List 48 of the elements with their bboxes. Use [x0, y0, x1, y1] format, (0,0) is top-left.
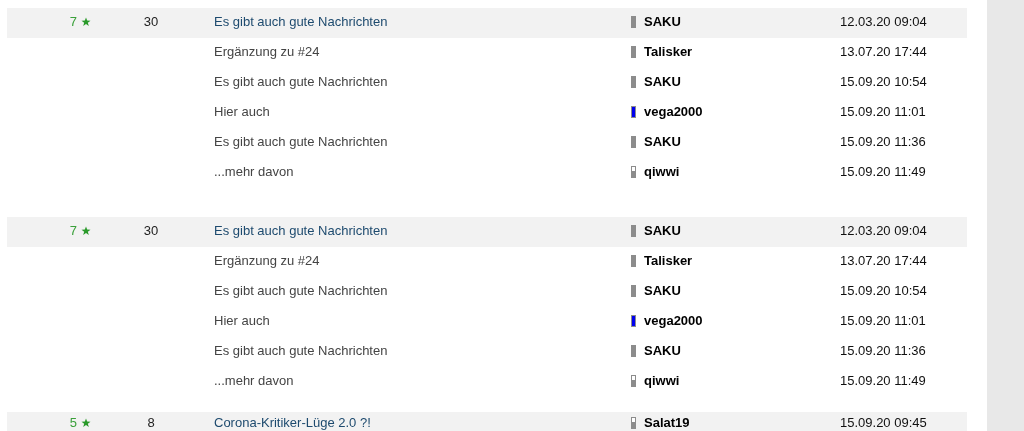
post-date: 15.09.20 11:36	[840, 343, 926, 358]
rating-count: 5	[69, 416, 77, 430]
username-link[interactable]: SAKU	[644, 135, 681, 149]
post-title-link[interactable]: Es gibt auch gute Nachrichten	[214, 14, 388, 29]
post-title-link[interactable]: Es gibt auch gute Nachrichten	[214, 223, 388, 238]
post-date: 15.09.20 11:36	[840, 134, 926, 149]
post-date: 12.03.20 09:04	[840, 14, 927, 29]
post-date: 13.07.20 17:44	[840, 253, 927, 268]
post-title-link[interactable]: Ergänzung zu #24	[214, 44, 320, 59]
post-title-link[interactable]: Es gibt auch gute Nachrichten	[214, 134, 388, 149]
post-title-link[interactable]: Hier auch	[214, 104, 270, 119]
username-link[interactable]: SAKU	[644, 75, 681, 89]
post-date: 15.09.20 10:54	[840, 74, 927, 89]
star-icon	[81, 17, 91, 27]
post-title-link[interactable]: ...mehr davon	[214, 373, 294, 388]
reply-count: 30	[143, 14, 159, 29]
post-date: 15.09.20 11:01	[840, 104, 926, 119]
post-title-link[interactable]: Ergänzung zu #24	[214, 253, 320, 268]
post-date: 15.09.20 11:49	[840, 164, 926, 179]
username-link[interactable]: qiwwi	[644, 165, 680, 179]
rating-count: 7	[69, 15, 77, 29]
username-link[interactable]: SAKU	[644, 284, 681, 298]
post-date: 15.09.20 11:49	[840, 373, 926, 388]
post-date: 12.03.20 09:04	[840, 223, 927, 238]
post-title-link[interactable]: Corona-Kritiker-Lüge 2.0 ?!	[214, 415, 371, 430]
reply-count: 30	[143, 223, 159, 238]
post-title-link[interactable]: ...mehr davon	[214, 164, 294, 179]
username-link[interactable]: SAKU	[644, 15, 681, 29]
post-title-link[interactable]: Es gibt auch gute Nachrichten	[214, 283, 388, 298]
star-icon	[81, 226, 91, 236]
username-link[interactable]: Salat19	[644, 416, 690, 430]
post-title-link[interactable]: Hier auch	[214, 313, 270, 328]
username-link[interactable]: vega2000	[644, 105, 703, 119]
post-date: 15.09.20 11:01	[840, 313, 926, 328]
post-title-link[interactable]: Es gibt auch gute Nachrichten	[214, 343, 388, 358]
username-link[interactable]: Talisker	[644, 45, 693, 59]
reply-count: 8	[147, 415, 155, 430]
post-date: 15.09.20 09:45	[840, 415, 927, 430]
username-link[interactable]: SAKU	[644, 344, 681, 358]
username-link[interactable]: SAKU	[644, 224, 681, 238]
post-title-link[interactable]: Es gibt auch gute Nachrichten	[214, 74, 388, 89]
post-date: 13.07.20 17:44	[840, 44, 927, 59]
post-date: 15.09.20 10:54	[840, 283, 927, 298]
star-icon	[81, 418, 91, 428]
username-link[interactable]: vega2000	[644, 314, 703, 328]
rating-count: 7	[69, 224, 77, 238]
username-link[interactable]: Talisker	[644, 254, 693, 268]
username-link[interactable]: qiwwi	[644, 374, 680, 388]
